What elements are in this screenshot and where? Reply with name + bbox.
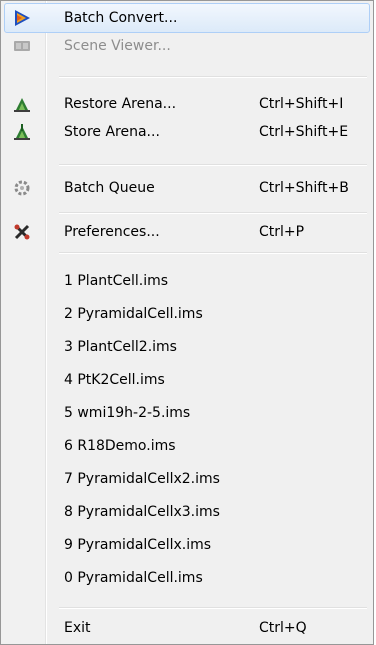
preferences-icon bbox=[13, 223, 31, 241]
recent-file-label: 5 wmi19h-2-5.ims bbox=[64, 405, 191, 421]
menu-item-shortcut: Ctrl+P bbox=[259, 224, 305, 240]
menu-item-shortcut: Ctrl+Shift+I bbox=[259, 96, 344, 112]
recent-file-label: 6 R18Demo.ims bbox=[64, 438, 176, 454]
menu-separator bbox=[59, 164, 367, 166]
menu-item-label: Scene Viewer... bbox=[64, 38, 171, 54]
menu-item-shortcut: Ctrl+Shift+E bbox=[259, 124, 349, 140]
recent-file-item[interactable]: 8 PyramidalCellx3.ims bbox=[4, 497, 370, 527]
menu-item-label: Exit bbox=[64, 620, 91, 636]
recent-file-item[interactable]: 5 wmi19h-2-5.ims bbox=[4, 398, 370, 428]
recent-file-label: 4 PtK2Cell.ims bbox=[64, 372, 165, 388]
menu-item-restore-arena[interactable]: Restore Arena... Ctrl+Shift+I bbox=[4, 89, 370, 119]
recent-file-label: 1 PlantCell.ims bbox=[64, 273, 169, 289]
menu-item-shortcut: Ctrl+Q bbox=[259, 620, 307, 636]
recent-file-label: 8 PyramidalCellx3.ims bbox=[64, 504, 220, 520]
recent-file-label: 7 PyramidalCellx2.ims bbox=[64, 471, 220, 487]
batch-convert-icon bbox=[13, 9, 31, 27]
menu-separator bbox=[59, 76, 367, 78]
menu-item-scene-viewer: Scene Viewer... bbox=[4, 31, 370, 61]
recent-file-item[interactable]: 0 PyramidalCell.ims bbox=[4, 563, 370, 593]
recent-file-label: 9 PyramidalCellx.ims bbox=[64, 537, 212, 553]
recent-file-label: 2 PyramidalCell.ims bbox=[64, 306, 203, 322]
recent-file-label: 0 PyramidalCell.ims bbox=[64, 570, 203, 586]
menu-item-label: Store Arena... bbox=[64, 124, 160, 140]
recent-file-item[interactable]: 7 PyramidalCellx2.ims bbox=[4, 464, 370, 494]
restore-arena-icon bbox=[13, 95, 31, 113]
recent-file-item[interactable]: 9 PyramidalCellx.ims bbox=[4, 530, 370, 560]
recent-file-item[interactable]: 4 PtK2Cell.ims bbox=[4, 365, 370, 395]
menu-item-shortcut: Ctrl+Shift+B bbox=[259, 180, 349, 196]
menu-separator bbox=[59, 212, 367, 214]
menu-item-batch-queue[interactable]: Batch Queue Ctrl+Shift+B bbox=[4, 173, 370, 203]
menu-separator bbox=[59, 252, 367, 254]
store-arena-icon bbox=[13, 123, 31, 141]
menu-item-exit[interactable]: Exit Ctrl+Q bbox=[4, 613, 370, 643]
batch-queue-icon bbox=[13, 179, 31, 197]
recent-file-item[interactable]: 3 PlantCell2.ims bbox=[4, 332, 370, 362]
menu-separator bbox=[59, 607, 367, 609]
menu-item-batch-convert[interactable]: Batch Convert... bbox=[4, 3, 370, 33]
recent-file-item[interactable]: 6 R18Demo.ims bbox=[4, 431, 370, 461]
menu-item-store-arena[interactable]: Store Arena... Ctrl+Shift+E bbox=[4, 117, 370, 147]
menu-item-label: Restore Arena... bbox=[64, 96, 177, 112]
recent-file-label: 3 PlantCell2.ims bbox=[64, 339, 177, 355]
recent-file-item[interactable]: 1 PlantCell.ims bbox=[4, 266, 370, 296]
menu-item-preferences[interactable]: Preferences... Ctrl+P bbox=[4, 217, 370, 247]
menu-item-label: Batch Convert... bbox=[64, 10, 178, 26]
scene-viewer-icon bbox=[13, 37, 31, 55]
menu-item-label: Preferences... bbox=[64, 224, 160, 240]
file-menu: Batch Convert... Scene Viewer... Restore… bbox=[0, 0, 374, 645]
recent-file-item[interactable]: 2 PyramidalCell.ims bbox=[4, 299, 370, 329]
menu-item-label: Batch Queue bbox=[64, 180, 155, 196]
